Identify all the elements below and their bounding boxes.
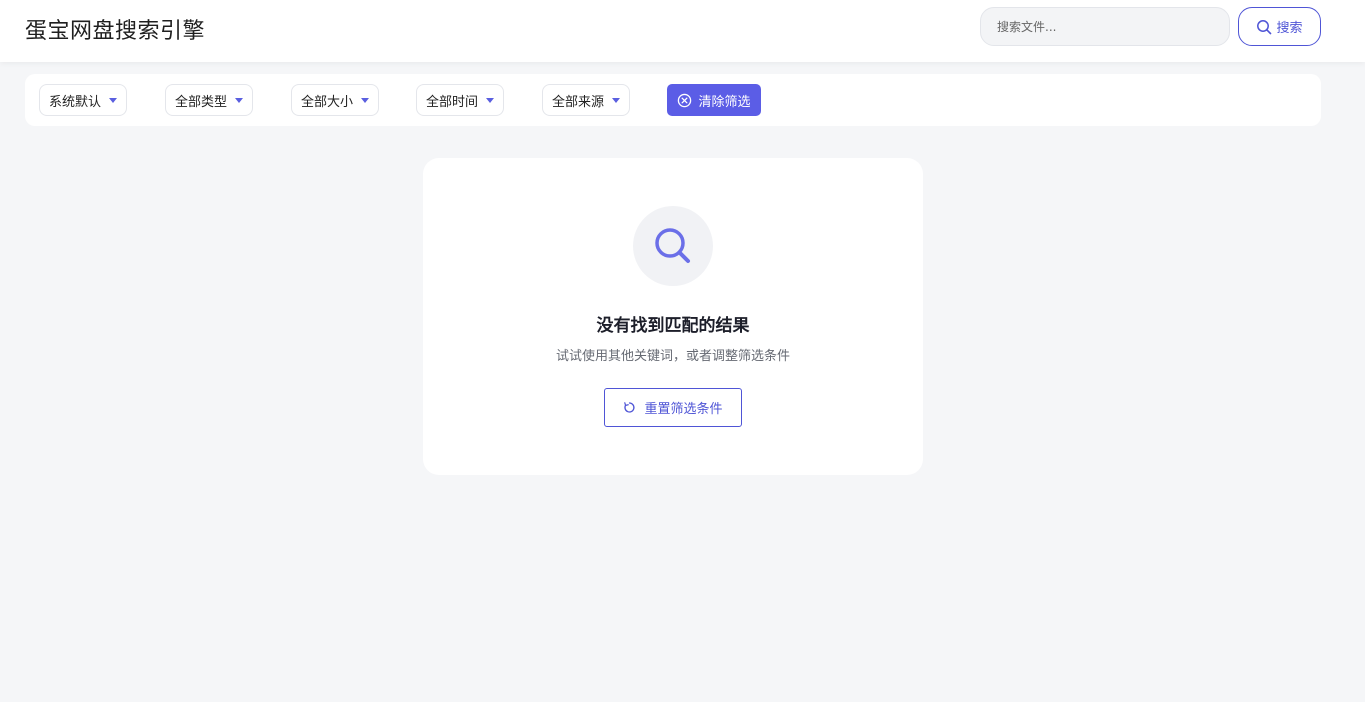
sort-select-label: 系统默认 bbox=[49, 94, 102, 110]
top-header: 蛋宝网盘搜索引擎 搜索 bbox=[0, 0, 1365, 62]
size-select-label: 全部大小 bbox=[301, 94, 354, 110]
circle-x-icon bbox=[678, 93, 692, 107]
empty-state-subtitle: 试试使用其他关键词，或者调整筛选条件 bbox=[555, 349, 790, 364]
chevron-down-icon bbox=[486, 97, 495, 103]
type-select[interactable]: 全部类型 bbox=[165, 84, 254, 116]
reset-filters-label: 重置筛选条件 bbox=[644, 402, 723, 417]
chevron-down-icon bbox=[109, 97, 118, 103]
reset-filters-button[interactable]: 重置筛选条件 bbox=[604, 388, 742, 427]
magnifier-icon bbox=[655, 228, 690, 263]
clear-filters-label: 清除筛选 bbox=[698, 94, 751, 110]
chevron-down-icon bbox=[361, 97, 370, 103]
site-title: 蛋宝网盘搜索引擎 bbox=[25, 19, 206, 44]
refresh-icon bbox=[624, 402, 636, 413]
search-button-label: 搜索 bbox=[1276, 21, 1303, 36]
size-select[interactable]: 全部大小 bbox=[291, 84, 380, 116]
time-select-label: 全部时间 bbox=[426, 94, 479, 110]
chevron-down-icon bbox=[235, 97, 244, 103]
clear-filters-button[interactable]: 清除筛选 bbox=[667, 84, 761, 116]
search-icon bbox=[1257, 19, 1272, 34]
type-select-label: 全部类型 bbox=[175, 94, 228, 110]
sort-select[interactable]: 系统默认 bbox=[39, 84, 128, 116]
source-select[interactable]: 全部来源 bbox=[542, 84, 631, 116]
empty-state-card: 没有找到匹配的结果 试试使用其他关键词，或者调整筛选条件 重置筛选条件 bbox=[423, 158, 923, 475]
empty-state-title: 没有找到匹配的结果 bbox=[596, 316, 750, 336]
filter-bar: 系统默认 全部类型 全部大小 全部时间 全部来源 清除筛选 bbox=[25, 74, 1321, 126]
empty-icon-container bbox=[633, 206, 713, 286]
search-input[interactable] bbox=[980, 7, 1230, 46]
search-button[interactable]: 搜索 bbox=[1238, 7, 1321, 46]
time-select[interactable]: 全部时间 bbox=[416, 84, 505, 116]
source-select-label: 全部来源 bbox=[552, 94, 605, 110]
chevron-down-icon bbox=[612, 97, 621, 103]
